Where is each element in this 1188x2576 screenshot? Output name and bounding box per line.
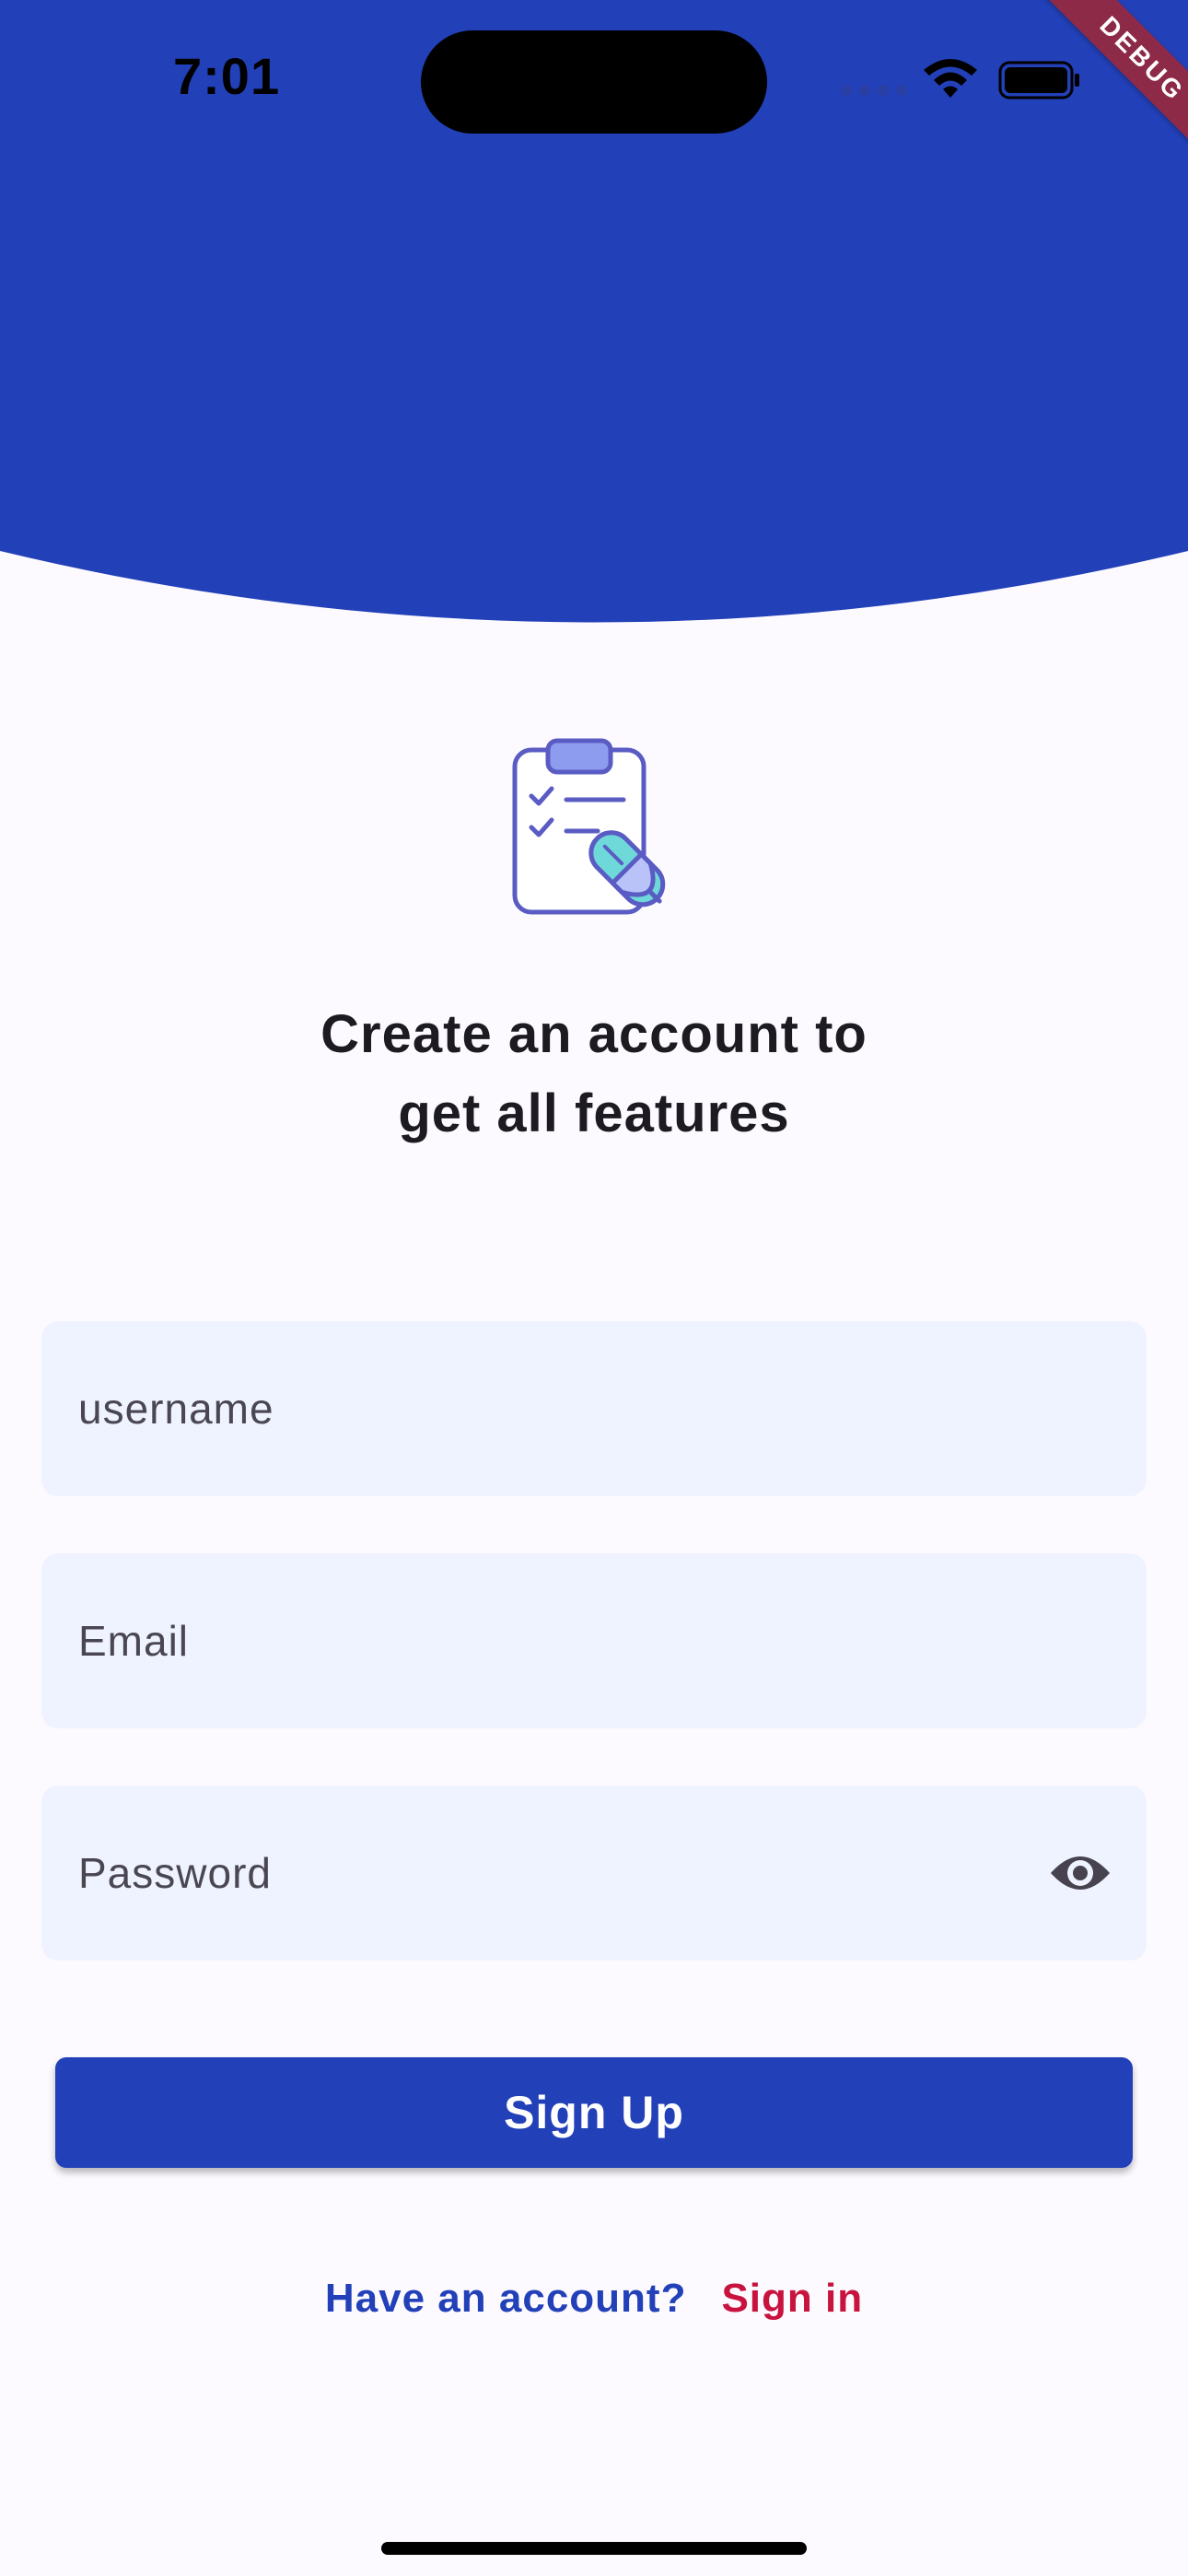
eye-icon[interactable] [1049, 1849, 1112, 1897]
have-account-text: Have an account? [324, 2276, 687, 2321]
sign-up-button[interactable]: Sign Up [55, 2057, 1133, 2168]
heading-line-1: Create an account to [320, 1004, 868, 1064]
dynamic-island [421, 30, 767, 134]
wifi-icon [924, 59, 977, 98]
cellular-dots-icon [841, 85, 907, 96]
clipboard-checklist-pen-icon [512, 738, 666, 915]
status-bar-time: 7:01 [173, 47, 281, 105]
heading-line-2: get all features [398, 1083, 790, 1143]
sign-in-prompt: Have an account? Sign in [0, 2276, 1188, 2322]
username-input[interactable] [76, 1383, 1019, 1434]
sign-in-link[interactable]: Sign in [721, 2276, 863, 2322]
page-heading: Create an account to get all features [0, 995, 1188, 1153]
email-input[interactable] [76, 1615, 1019, 1667]
password-input[interactable] [76, 1847, 1019, 1899]
username-field[interactable] [41, 1321, 1147, 1496]
email-field[interactable] [41, 1553, 1147, 1728]
password-field[interactable] [41, 1786, 1147, 1961]
home-indicator[interactable] [381, 2542, 807, 2555]
signup-screen: 7:01 DEBUG Create an account to get all … [0, 0, 1188, 2576]
battery-icon [998, 61, 1079, 100]
